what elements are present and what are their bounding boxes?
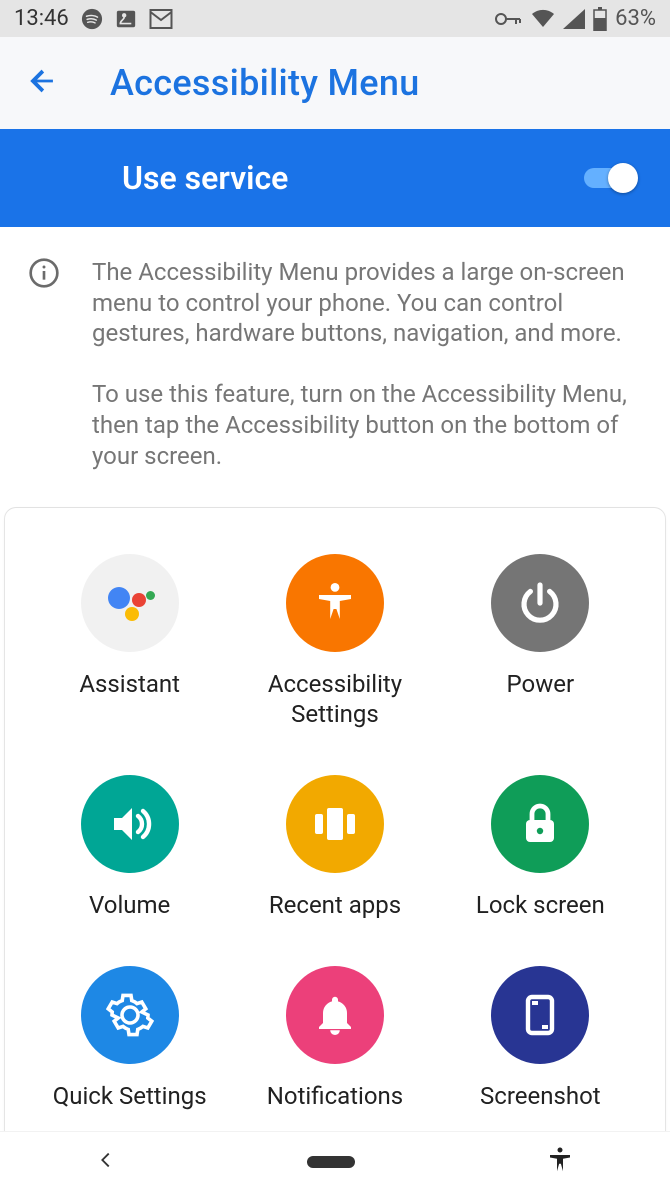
- tile-volume[interactable]: Volume: [27, 775, 232, 920]
- tile-power-label: Power: [507, 670, 575, 699]
- info-icon: [28, 257, 60, 489]
- spotify-icon: [81, 8, 103, 30]
- info-section: The Accessibility Menu provides a large …: [0, 227, 670, 489]
- tile-power[interactable]: Power: [438, 554, 643, 729]
- lock-icon: [491, 775, 589, 873]
- system-nav-bar: [0, 1131, 670, 1191]
- status-bar: 13:46 63%: [0, 0, 670, 37]
- tile-volume-label: Volume: [89, 891, 170, 920]
- tile-lock-screen[interactable]: Lock screen: [438, 775, 643, 920]
- use-service-toggle[interactable]: [580, 163, 638, 193]
- bell-icon: [286, 966, 384, 1064]
- screenshot-icon: [491, 966, 589, 1064]
- signal-icon: [563, 9, 585, 29]
- gmail-icon: [149, 8, 173, 30]
- vpn-key-icon: [495, 10, 523, 28]
- back-arrow-icon[interactable]: [26, 64, 60, 102]
- wifi-icon: [531, 9, 555, 29]
- nav-back-button[interactable]: [95, 1149, 117, 1175]
- settings-gear-icon: [81, 966, 179, 1064]
- tile-quick-settings-label: Quick Settings: [53, 1082, 207, 1111]
- info-paragraph-2: To use this feature, turn on the Accessi…: [92, 379, 636, 471]
- tile-recent-apps[interactable]: Recent apps: [232, 775, 437, 920]
- accessibility-icon: [286, 554, 384, 652]
- use-service-label: Use service: [122, 159, 288, 197]
- status-time: 13:46: [14, 6, 69, 31]
- nav-home-pill[interactable]: [307, 1156, 355, 1168]
- app-header: Accessibility Menu: [0, 37, 670, 129]
- tile-assistant-label: Assistant: [79, 670, 180, 699]
- use-service-bar[interactable]: Use service: [0, 129, 670, 227]
- tile-screenshot-label: Screenshot: [480, 1082, 601, 1111]
- tile-recent-apps-label: Recent apps: [269, 891, 401, 920]
- assistant-icon: [81, 554, 179, 652]
- tile-lock-screen-label: Lock screen: [476, 891, 605, 920]
- battery-icon: [593, 7, 607, 31]
- page-title: Accessibility Menu: [110, 62, 420, 104]
- tile-notifications-label: Notifications: [267, 1082, 403, 1111]
- tile-accessibility-settings-label: AccessibilitySettings: [268, 670, 402, 729]
- tile-screenshot[interactable]: Screenshot: [438, 966, 643, 1111]
- info-paragraph-1: The Accessibility Menu provides a large …: [92, 257, 636, 349]
- nav-accessibility-button[interactable]: [545, 1145, 575, 1179]
- battery-percent: 63%: [615, 6, 656, 31]
- volume-icon: [81, 775, 179, 873]
- recent-apps-icon: [286, 775, 384, 873]
- tile-assistant[interactable]: Assistant: [27, 554, 232, 729]
- tile-quick-settings[interactable]: Quick Settings: [27, 966, 232, 1111]
- tile-notifications[interactable]: Notifications: [232, 966, 437, 1111]
- maps-icon: [115, 8, 137, 30]
- tile-accessibility-settings[interactable]: AccessibilitySettings: [232, 554, 437, 729]
- power-icon: [491, 554, 589, 652]
- accessibility-menu-preview: Assistant AccessibilitySettings Power Vo…: [4, 507, 666, 1146]
